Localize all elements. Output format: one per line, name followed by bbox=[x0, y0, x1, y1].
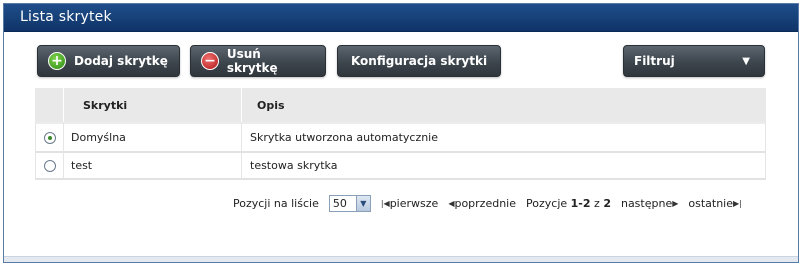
filter-dropdown[interactable]: Filtruj ▼ bbox=[623, 45, 765, 77]
last-page-label: ostatnie bbox=[688, 196, 733, 210]
mailbox-table: Skrytki Opis Domyślna Skrytka utworzona … bbox=[35, 88, 766, 180]
next-page-icon: ▶ bbox=[672, 198, 679, 208]
position-total: 2 bbox=[603, 196, 611, 210]
position-range: 1-2 bbox=[570, 196, 591, 210]
per-page-select[interactable]: 50 ▼ bbox=[328, 194, 371, 212]
row-select-cell bbox=[35, 122, 64, 151]
prev-page-link[interactable]: ◀ poprzednie bbox=[448, 197, 516, 210]
minus-circle-icon: − bbox=[201, 52, 219, 70]
mailbox-config-label: Konfiguracja skrytki bbox=[350, 54, 488, 68]
filter-label: Filtruj bbox=[634, 54, 675, 68]
mailbox-description-cell: Skrytka utworzona automatycznie bbox=[242, 122, 766, 151]
chevron-down-icon: ▼ bbox=[355, 195, 370, 211]
position-label: Pozycje bbox=[526, 196, 568, 210]
row-select-cell bbox=[35, 151, 64, 180]
add-mailbox-button[interactable]: + Dodaj skrytkę bbox=[37, 45, 180, 77]
last-page-link[interactable]: ostatnie ▶| bbox=[688, 197, 741, 210]
per-page-label: Pozycji na liście bbox=[233, 196, 319, 210]
per-page-value: 50 bbox=[332, 196, 347, 210]
first-page-label: pierwsze bbox=[389, 196, 439, 210]
next-page-link[interactable]: następne ▶ bbox=[621, 197, 678, 210]
delete-mailbox-label: Usuń skrytkę bbox=[226, 47, 278, 75]
panel-footer-bar bbox=[4, 256, 798, 262]
panel-header: Lista skrytek bbox=[4, 4, 798, 32]
position-info: Pozycje 1-2 z 2 bbox=[526, 197, 611, 210]
pagination-bar: Pozycji na liście 50 ▼ |◀ pierwsze ◀ pop… bbox=[233, 194, 742, 212]
first-page-icon: |◀ bbox=[380, 198, 390, 208]
add-mailbox-label: Dodaj skrytkę bbox=[74, 54, 168, 68]
column-header-description[interactable]: Opis bbox=[242, 88, 766, 122]
table-header-row: Skrytki Opis bbox=[35, 88, 766, 122]
panel-title: Lista skrytek bbox=[20, 9, 112, 25]
mailbox-description-cell: testowa skrytka bbox=[242, 151, 766, 180]
column-header-select bbox=[35, 88, 64, 122]
delete-mailbox-button[interactable]: − Usuń skrytkę bbox=[190, 45, 326, 77]
mailbox-name-cell: test bbox=[64, 151, 242, 180]
mailbox-name-cell: Domyślna bbox=[64, 122, 242, 151]
position-of-label: z bbox=[594, 196, 600, 210]
table-row[interactable]: Domyślna Skrytka utworzona automatycznie bbox=[35, 122, 766, 151]
row-radio[interactable] bbox=[43, 160, 56, 172]
last-page-icon: ▶| bbox=[733, 198, 742, 208]
next-page-label: następne bbox=[620, 196, 673, 210]
plus-circle-icon: + bbox=[48, 52, 66, 70]
chevron-down-icon: ▼ bbox=[742, 55, 750, 67]
first-page-link[interactable]: |◀ pierwsze bbox=[381, 197, 438, 210]
column-header-mailbox[interactable]: Skrytki bbox=[64, 88, 242, 122]
prev-page-label: poprzednie bbox=[454, 196, 517, 210]
mailbox-config-button[interactable]: Konfiguracja skrytki bbox=[337, 45, 501, 77]
table-row[interactable]: test testowa skrytka bbox=[35, 151, 766, 180]
row-radio-selected[interactable] bbox=[43, 132, 56, 144]
